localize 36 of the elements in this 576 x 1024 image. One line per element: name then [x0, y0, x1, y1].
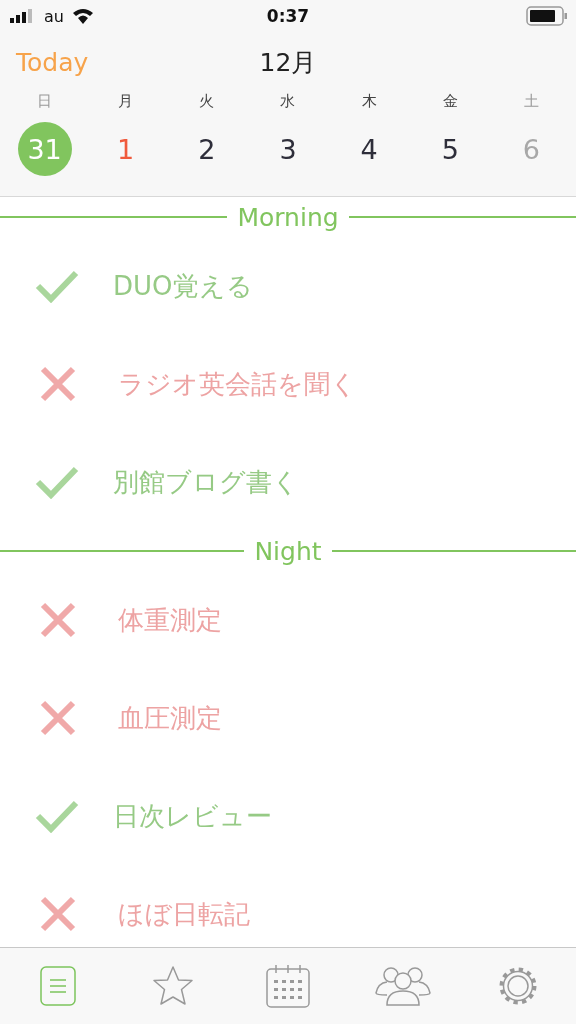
task-label: 体重測定: [118, 603, 222, 637]
carrier-name: au: [44, 6, 64, 26]
check-icon[interactable]: [35, 269, 79, 303]
task-label: 日次レビュー: [113, 799, 272, 833]
month-title: 12月: [259, 46, 317, 79]
check-icon[interactable]: [35, 799, 79, 833]
cross-icon[interactable]: [40, 366, 76, 402]
cross-icon[interactable]: [40, 700, 76, 736]
day-number[interactable]: 5: [423, 122, 478, 176]
day-number[interactable]: 3: [261, 122, 315, 176]
day-number[interactable]: 4: [342, 122, 397, 176]
star-tab[interactable]: [150, 965, 195, 1007]
status-time: 0:37: [266, 6, 310, 26]
weekday-label: 月: [118, 92, 134, 112]
weekday-label: 金: [442, 92, 458, 112]
task-label: ラジオ英会話を聞く: [118, 367, 357, 401]
list-tab[interactable]: [39, 966, 76, 1006]
people-tab[interactable]: [375, 965, 432, 1007]
weekday-label: 土: [523, 92, 539, 112]
task-label: 別館ブログ書く: [113, 465, 299, 499]
weekday-label: 火: [199, 92, 215, 112]
weekday-label: 木: [361, 92, 377, 112]
cross-icon[interactable]: [40, 896, 76, 932]
check-icon[interactable]: [35, 465, 79, 499]
task-label: 血圧測定: [118, 701, 222, 735]
wifi-icon: [71, 8, 94, 24]
day-number[interactable]: 2: [179, 122, 234, 176]
section-title: Night: [254, 536, 322, 566]
task-label: DUO覚える: [113, 269, 253, 303]
task-label: ほぼ日転記: [118, 897, 250, 931]
calendar-tab[interactable]: [266, 964, 310, 1008]
cross-icon[interactable]: [40, 602, 76, 638]
weekday-label: 水: [280, 92, 296, 112]
section-title: Morning: [237, 202, 339, 232]
battery-icon: [526, 6, 568, 26]
weekday-label: 日: [37, 92, 53, 112]
